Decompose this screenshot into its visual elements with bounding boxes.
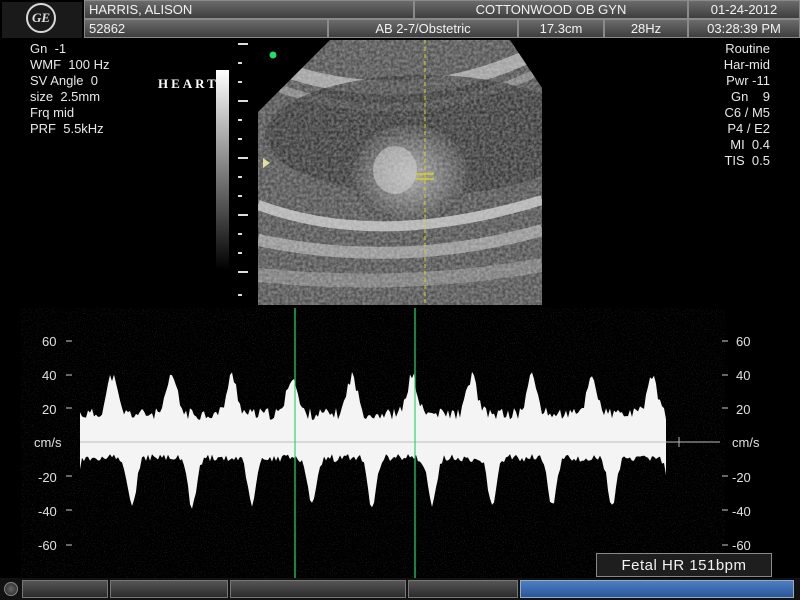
bottom-tab-3[interactable] (230, 580, 406, 598)
velocity-tick-label: -20 (38, 470, 57, 485)
velocity-tick-label: 40 (42, 368, 57, 383)
bmode-sector (258, 40, 542, 305)
velocity-tick-label: 20 (736, 402, 751, 417)
velocity-tick-label: -20 (732, 470, 751, 485)
fetal-heart-rate-value: Fetal HR 151bpm (621, 556, 747, 574)
velocity-tick-label: 60 (736, 334, 751, 349)
velocity-tick-label: -40 (732, 504, 751, 519)
velocity-tick-label: 20 (42, 402, 57, 417)
velocity-tick-label: 60 (42, 334, 57, 349)
fetal-heart-rate-readout: Fetal HR 151bpm (596, 553, 772, 577)
bmode-image[interactable] (0, 0, 800, 310)
progress-status-bar (520, 580, 794, 598)
velocity-tick-label: -60 (732, 538, 751, 553)
status-indicator-icon (4, 582, 18, 596)
bottom-tab-1[interactable] (22, 580, 108, 598)
doppler-spectrum[interactable] (0, 308, 800, 578)
bottom-tab-2[interactable] (110, 580, 228, 598)
velocity-unit-label: cm/s (732, 435, 760, 450)
velocity-tick-label: 40 (736, 368, 751, 383)
velocity-tick-label: -40 (38, 504, 57, 519)
velocity-unit-label: cm/s (34, 435, 62, 450)
velocity-tick-label: -60 (38, 538, 57, 553)
bottom-tab-4[interactable] (408, 580, 518, 598)
probe-orientation-icon (269, 51, 277, 59)
